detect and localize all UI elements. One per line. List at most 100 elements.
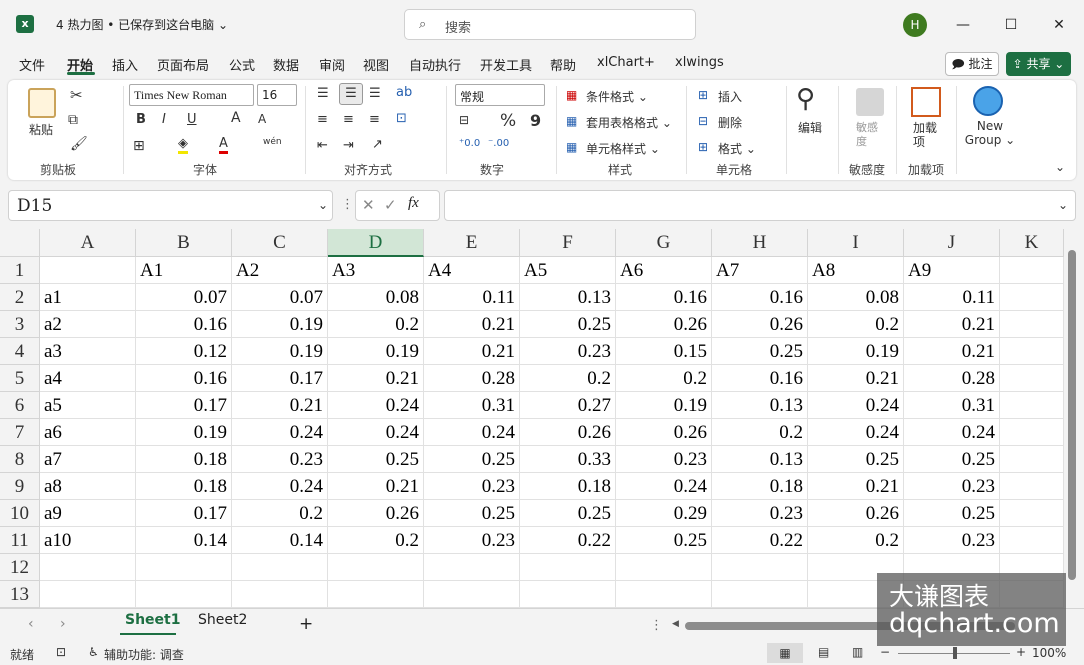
accessibility-status[interactable]: 辅助功能: 调查 (104, 646, 184, 663)
grid-cell[interactable]: 0.17 (136, 500, 232, 527)
row-header[interactable]: 10 (0, 500, 40, 527)
number-format-select[interactable]: 常规 (455, 84, 545, 106)
grid-cell[interactable]: A6 (616, 257, 712, 284)
grid-cell[interactable]: 0.25 (328, 446, 424, 473)
search-box[interactable]: ⌕ 搜索 (404, 9, 696, 40)
grid-cell[interactable]: 0.28 (424, 365, 520, 392)
zoom-level[interactable]: 100% (1032, 646, 1066, 660)
grid-cell[interactable]: 0.23 (712, 500, 808, 527)
grid-cell[interactable]: 0.22 (712, 527, 808, 554)
grid-cell[interactable]: 0.2 (232, 500, 328, 527)
grid-cell[interactable]: 0.23 (424, 527, 520, 554)
grid-cell[interactable]: 0.24 (904, 419, 1000, 446)
grid-cell[interactable]: 0.2 (712, 419, 808, 446)
copy-icon[interactable]: ⧉ (68, 112, 78, 128)
grid-cell[interactable]: 0.19 (232, 338, 328, 365)
name-box-dropdown-icon[interactable]: ⌄ (318, 198, 328, 212)
grid-cell[interactable]: 0.27 (520, 392, 616, 419)
grid-cell[interactable]: 0.31 (904, 392, 1000, 419)
format-painter-icon[interactable]: 🖌 (70, 136, 88, 152)
grid-cell[interactable]: 0.21 (328, 365, 424, 392)
grid-cell[interactable]: 0.26 (808, 500, 904, 527)
grid-cell[interactable]: 0.23 (616, 446, 712, 473)
grid-cell[interactable]: 0.26 (616, 419, 712, 446)
grid-cell[interactable]: 0.24 (232, 419, 328, 446)
minimize-button[interactable]: — (948, 12, 978, 38)
tab-formulas[interactable]: 公式 (229, 55, 255, 74)
underline-button[interactable]: U (187, 112, 197, 127)
row-header[interactable]: 7 (0, 419, 40, 446)
tab-view[interactable]: 视图 (363, 55, 389, 74)
tab-data[interactable]: 数据 (273, 55, 299, 74)
grid-cell[interactable] (1000, 500, 1064, 527)
zoom-out-icon[interactable]: − (880, 645, 890, 659)
align-middle-icon[interactable]: ☰ (339, 83, 363, 105)
grid-cell[interactable]: 0.24 (232, 473, 328, 500)
grid-cell[interactable]: 0.18 (520, 473, 616, 500)
row-header[interactable]: 4 (0, 338, 40, 365)
grid-cell[interactable] (232, 554, 328, 581)
grid-cell[interactable]: 0.13 (712, 446, 808, 473)
grid-cell[interactable]: 0.26 (712, 311, 808, 338)
scroll-left-icon[interactable]: ◀ (672, 619, 679, 629)
grid-cell[interactable]: 0.22 (520, 527, 616, 554)
grid-cell[interactable]: 0.21 (808, 473, 904, 500)
more-options-icon[interactable]: ⋮ (341, 197, 354, 212)
grid-cell[interactable]: 0.25 (520, 500, 616, 527)
grid-cell[interactable]: 0.16 (616, 284, 712, 311)
column-header[interactable]: F (520, 229, 616, 257)
grid-cell[interactable]: 0.23 (904, 473, 1000, 500)
font-color-icon[interactable]: A (219, 136, 228, 154)
font-name-select[interactable]: Times New Roman (129, 84, 254, 106)
grid-cell[interactable] (712, 581, 808, 608)
grid-cell[interactable] (40, 257, 136, 284)
grid-cell[interactable]: 0.19 (136, 419, 232, 446)
grid-cell[interactable] (616, 554, 712, 581)
grid-cell[interactable]: A7 (712, 257, 808, 284)
orientation-icon[interactable]: ↗ (372, 137, 383, 152)
sheet-options-icon[interactable]: ⋮ (650, 618, 663, 633)
tab-review[interactable]: 审阅 (319, 55, 345, 74)
grid-cell[interactable]: 0.24 (424, 419, 520, 446)
tab-page-layout[interactable]: 页面布局 (157, 55, 209, 74)
grid-cell[interactable]: 0.25 (520, 311, 616, 338)
page-break-view-icon[interactable]: ▥ (852, 645, 863, 659)
grid-cell[interactable] (520, 581, 616, 608)
new-group-button[interactable]: New Group ⌄ (962, 119, 1018, 147)
grid-cell[interactable]: 0.11 (904, 284, 1000, 311)
column-header[interactable]: H (712, 229, 808, 257)
cut-icon[interactable]: ✂ (70, 86, 83, 104)
select-all-corner[interactable] (0, 229, 40, 257)
grid-cell[interactable]: a6 (40, 419, 136, 446)
tab-xlwings[interactable]: xlwings (675, 55, 724, 70)
close-button[interactable]: ✕ (1044, 12, 1074, 38)
italic-button[interactable]: I (162, 112, 166, 127)
column-header[interactable]: D (328, 229, 424, 257)
wrap-text-icon[interactable]: ab (396, 85, 412, 100)
grid-cell[interactable]: 0.2 (808, 527, 904, 554)
grid-cell[interactable] (1000, 284, 1064, 311)
share-button[interactable]: ⇪ 共享 ⌄ (1006, 52, 1071, 76)
sensitivity-button[interactable]: 敏感度 (856, 121, 882, 149)
grow-font-button[interactable]: A (231, 110, 241, 126)
grid-cell[interactable]: 0.16 (136, 311, 232, 338)
grid-cell[interactable]: a10 (40, 527, 136, 554)
row-header[interactable]: 1 (0, 257, 40, 284)
grid-cell[interactable] (712, 554, 808, 581)
grid-cell[interactable]: A1 (136, 257, 232, 284)
insert-cells-button[interactable]: 插入 (718, 88, 742, 105)
currency-icon[interactable]: ⊟ (459, 113, 469, 127)
bold-button[interactable]: B (136, 112, 146, 127)
grid-cell[interactable] (424, 581, 520, 608)
grid-cell[interactable]: 0.16 (712, 365, 808, 392)
grid-cell[interactable]: a9 (40, 500, 136, 527)
increase-decimal-icon[interactable]: ⁺0.0 (459, 138, 480, 149)
grid-cell[interactable]: 0.2 (520, 365, 616, 392)
collapse-ribbon-icon[interactable]: ⌄ (1055, 160, 1065, 174)
row-header[interactable]: 13 (0, 581, 40, 608)
avatar[interactable]: H (903, 13, 927, 37)
grid-cell[interactable]: 0.25 (616, 527, 712, 554)
grid-cell[interactable]: 0.21 (232, 392, 328, 419)
grid-cell[interactable]: 0.24 (616, 473, 712, 500)
grid-cell[interactable] (328, 554, 424, 581)
